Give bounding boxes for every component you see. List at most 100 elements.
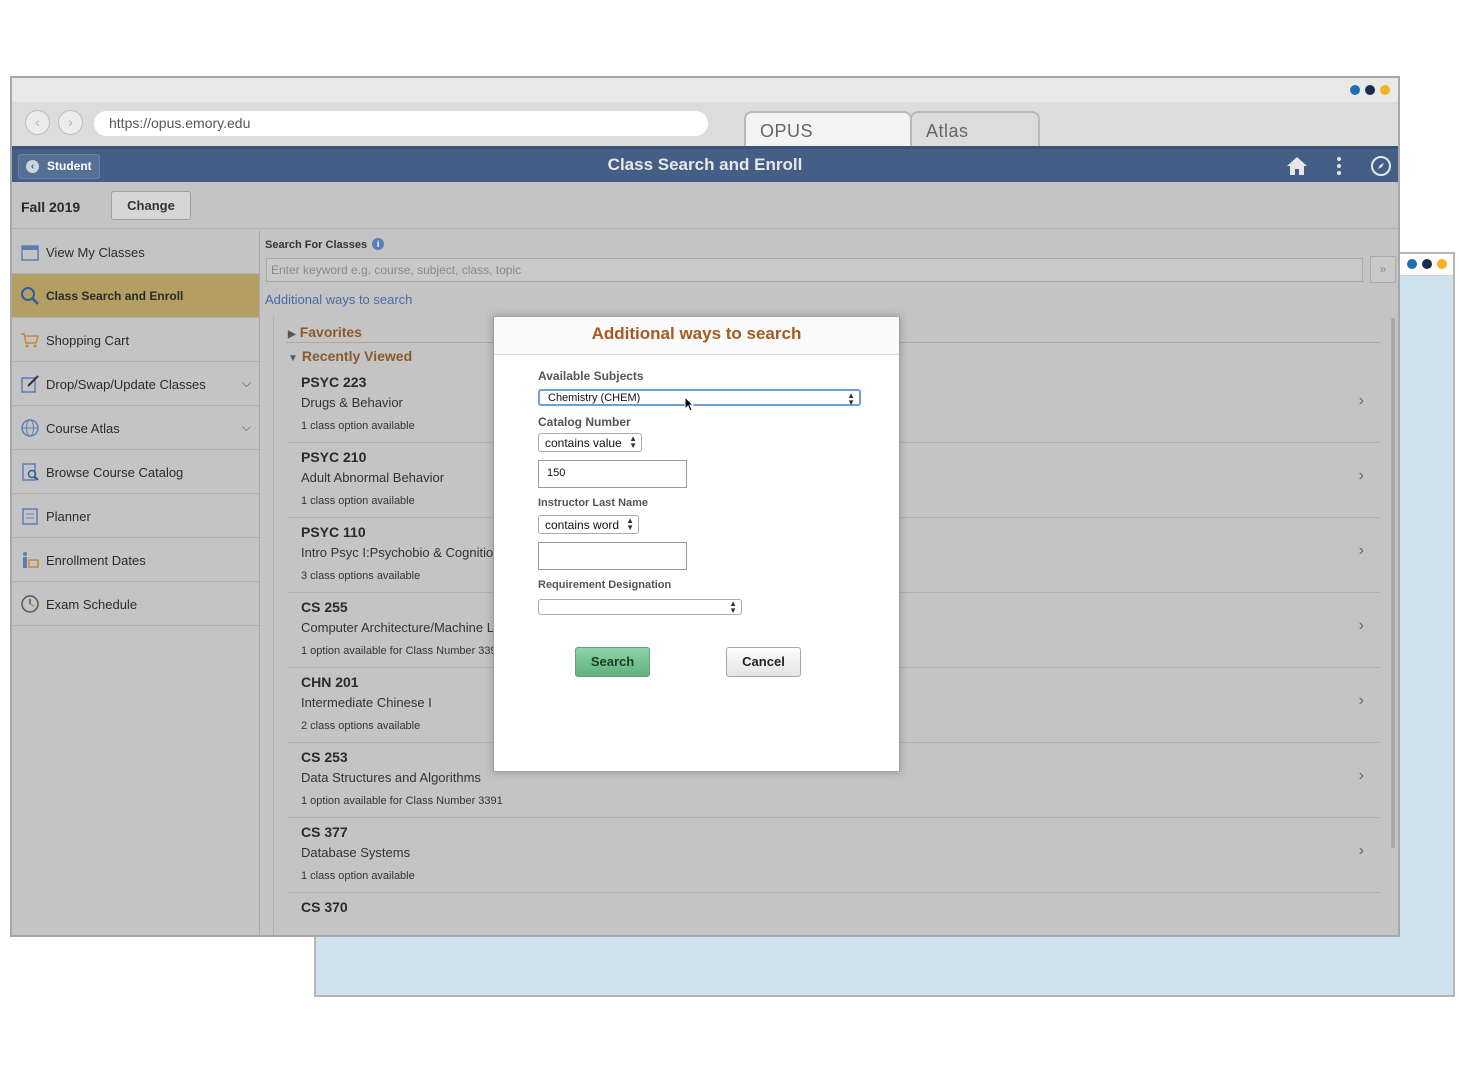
catalog-number-input[interactable]: 150	[538, 460, 687, 488]
cart-icon	[21, 333, 39, 348]
course-row[interactable]: CS 377 Database Systems 1 class option a…	[288, 818, 1380, 893]
search-for-label: Search For Classes	[265, 239, 368, 251]
modal-title: Additional ways to search	[494, 317, 899, 355]
calendar-icon	[21, 245, 39, 261]
dates-icon	[23, 552, 39, 568]
sidebar-item-label: Planner	[46, 509, 91, 524]
additional-ways-link[interactable]: Additional ways to search	[265, 292, 412, 307]
search-icon	[21, 287, 39, 305]
sidebar-item-planner[interactable]: Planner	[12, 494, 259, 538]
tab-atlas[interactable]: Atlas	[910, 111, 1040, 146]
browser-navbar: ‹ › https://opus.emory.edu OPUS Atlas	[12, 102, 1398, 146]
recently-viewed-section[interactable]: ▼ Recently Viewed	[288, 348, 412, 364]
sidebar-item-shopping-cart[interactable]: Shopping Cart	[12, 318, 259, 362]
sidebar-item-exam-schedule[interactable]: Exam Schedule	[12, 582, 259, 626]
forward-arrow-icon[interactable]: ›	[58, 110, 83, 135]
instructor-last-name-label: Instructor Last Name	[538, 497, 649, 509]
course-availability: 1 class option available	[301, 870, 415, 882]
course-availability: 1 option available for Class Number 3391	[301, 795, 503, 807]
subjects-select[interactable]: Chemistry (CHEM) ▲ ▼	[538, 389, 861, 407]
catalog-icon	[22, 463, 39, 481]
sidebar-item-drop-swap-update[interactable]: Drop/Swap/Update Classes ⌵	[12, 362, 259, 406]
select-arrows-icon: ▲ ▼	[729, 599, 737, 615]
url-bar[interactable]: https://opus.emory.edu	[94, 111, 708, 136]
more-options-icon[interactable]	[1335, 155, 1343, 182]
chevron-right-icon[interactable]: ›	[1359, 767, 1364, 785]
home-icon[interactable]	[1286, 155, 1308, 182]
change-term-button[interactable]: Change	[111, 191, 191, 220]
catalog-number-label: Catalog Number	[538, 415, 631, 429]
globe-icon	[21, 419, 39, 437]
back-arrow-icon[interactable]: ‹	[25, 110, 50, 135]
favorites-label: Favorites	[299, 324, 362, 340]
instructor-last-name-input[interactable]	[538, 542, 687, 570]
course-code: CS 253	[301, 749, 348, 765]
chevron-down-icon[interactable]: ⌵	[242, 420, 251, 435]
sidebar-item-label: Exam Schedule	[46, 597, 138, 612]
course-title: Intro Psyc I:Psychobio & Cognition	[301, 545, 501, 560]
sidebar-item-label: Browse Course Catalog	[46, 465, 184, 480]
window-dot-yellow[interactable]	[1437, 259, 1447, 269]
select-arrows-icon: ▲ ▼	[626, 516, 634, 532]
app-header: ‹ Student Class Search and Enroll	[12, 146, 1398, 182]
chevron-right-icon[interactable]: ›	[1359, 392, 1364, 410]
sidebar-item-label: Drop/Swap/Update Classes	[46, 377, 206, 392]
course-code: CS 255	[301, 599, 348, 615]
keyword-search-input[interactable]: Enter keyword e.g. course, subject, clas…	[266, 258, 1363, 282]
sidebar-item-browse-course-catalog[interactable]: Browse Course Catalog	[12, 450, 259, 494]
course-availability: 1 class option available	[301, 495, 415, 507]
clock-icon	[21, 595, 39, 613]
instructor-operator-select[interactable]: contains word ▲ ▼	[538, 515, 639, 534]
chevron-right-icon[interactable]: ›	[1359, 467, 1364, 485]
planner-icon	[22, 508, 38, 525]
chevron-down-icon[interactable]: ⌵	[242, 376, 251, 391]
sidebar-item-label: Course Atlas	[46, 421, 120, 436]
compass-icon[interactable]	[1370, 155, 1392, 182]
select-arrows-icon: ▲ ▼	[847, 391, 855, 407]
course-code: CS 370	[301, 899, 348, 915]
window-dot-navy[interactable]	[1365, 85, 1375, 95]
sidebar-item-class-search-and-enroll[interactable]: Class Search and Enroll	[12, 274, 259, 318]
chevron-right-icon[interactable]: ›	[1359, 617, 1364, 635]
term-label: Fall 2019	[21, 199, 81, 215]
course-code: PSYC 110	[301, 524, 366, 540]
caret-down-icon: ▼	[288, 353, 298, 364]
sidebar-item-course-atlas[interactable]: Course Atlas ⌵	[12, 406, 259, 450]
sidebar-item-view-my-classes[interactable]: View My Classes	[12, 230, 259, 274]
subjects-label: Available Subjects	[538, 369, 644, 383]
select-arrows-icon: ▲ ▼	[629, 434, 637, 450]
window-dot-blue[interactable]	[1407, 259, 1417, 269]
instructor-operator-value: contains word	[545, 518, 620, 532]
sidebar-item-label: Enrollment Dates	[46, 553, 146, 568]
requirement-designation-select[interactable]: ▲ ▼	[538, 599, 742, 615]
window-dot-navy[interactable]	[1422, 259, 1432, 269]
tab-opus[interactable]: OPUS	[744, 111, 912, 146]
info-icon[interactable]: i	[372, 238, 385, 250]
course-availability: 1 option available for Class Number 3393	[301, 645, 503, 657]
cancel-button[interactable]: Cancel	[726, 647, 801, 677]
chevron-right-icon[interactable]: ›	[1359, 842, 1364, 860]
course-code: PSYC 223	[301, 374, 367, 390]
term-bar: Fall 2019 Change	[12, 182, 1398, 229]
window-dot-blue[interactable]	[1350, 85, 1360, 95]
sidebar-item-label: View My Classes	[46, 245, 145, 260]
course-availability: 1 class option available	[301, 420, 415, 432]
course-row[interactable]: CS 370	[288, 893, 1380, 935]
chevron-right-icon[interactable]: ›	[1359, 692, 1364, 710]
catalog-operator-select[interactable]: contains value ▲ ▼	[538, 433, 642, 452]
course-code: CHN 201	[301, 674, 359, 690]
keyword-search-go-button[interactable]: »	[1370, 256, 1396, 283]
catalog-operator-value: contains value	[545, 436, 622, 450]
additional-search-modal: Additional ways to search Available Subj…	[493, 316, 900, 772]
list-scrollbar[interactable]	[1391, 318, 1395, 848]
favorites-section[interactable]: ▶ Favorites	[288, 324, 362, 340]
search-button[interactable]: Search	[575, 647, 650, 677]
requirement-designation-label: Requirement Designation	[538, 579, 672, 591]
window-dot-yellow[interactable]	[1380, 85, 1390, 95]
edit-icon	[21, 375, 39, 393]
sidebar-item-enrollment-dates[interactable]: Enrollment Dates	[12, 538, 259, 582]
sidebar-item-label: Class Search and Enroll	[46, 289, 184, 303]
window-controls	[1407, 259, 1447, 269]
chevron-right-icon[interactable]: ›	[1359, 542, 1364, 560]
course-availability: 2 class options available	[301, 720, 421, 732]
